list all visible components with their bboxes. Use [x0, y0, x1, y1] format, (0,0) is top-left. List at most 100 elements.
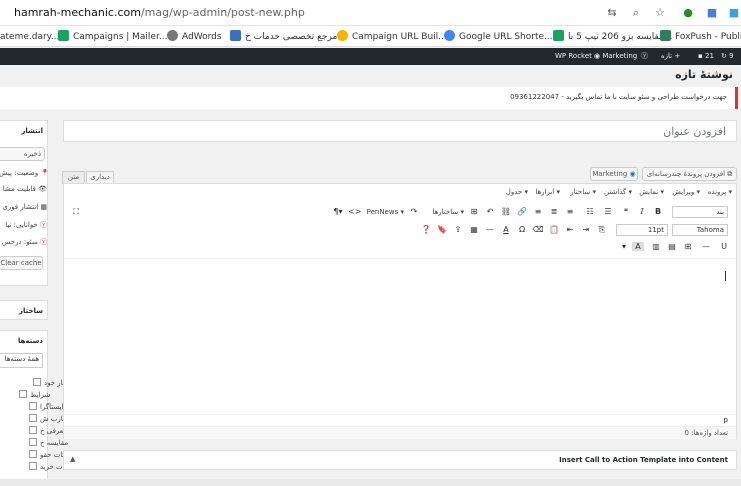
undo-icon[interactable]: ↶: [484, 207, 496, 216]
marketing-menu[interactable]: ◉ Marketing: [594, 51, 637, 62]
paragraph-select[interactable]: بند: [672, 206, 728, 218]
translate-icon[interactable]: ⇆: [604, 5, 620, 21]
extension-icon[interactable]: ■: [726, 5, 741, 21]
collapse-arrow-icon[interactable]: ▲: [70, 455, 75, 463]
italic-button[interactable]: I: [636, 207, 648, 216]
add-media-button[interactable]: افزودن پروندهٔ چندرسانه‌ای ⧉: [642, 167, 737, 181]
clear-cache-button[interactable]: Clear cache: [0, 256, 43, 270]
wp-rocket-menu[interactable]: WP Rocket: [555, 51, 592, 62]
menu-view[interactable]: نمایش ▾: [639, 188, 664, 196]
paragraph-mark-icon[interactable]: ¶▾: [332, 207, 344, 216]
bookmark-item[interactable]: مرجع تخصصی خدمات خ...: [230, 30, 346, 44]
yoast-icon[interactable]: ⓨ: [641, 51, 648, 62]
checkbox[interactable]: [29, 402, 37, 410]
font-size-select[interactable]: 11pt: [616, 224, 668, 236]
indent-icon[interactable]: ⇥: [580, 225, 592, 234]
numbered-list-icon[interactable]: ☷: [584, 207, 596, 216]
table-icon[interactable]: ▦: [468, 225, 480, 234]
menu-table[interactable]: جدول ▾: [506, 188, 528, 196]
editor-path-bar: p: [64, 414, 736, 425]
menu-tools[interactable]: ابزارها ▾: [535, 188, 560, 196]
post-title-input[interactable]: افزودن عنوان: [63, 120, 737, 142]
unlink-icon[interactable]: ⛓: [500, 207, 512, 216]
omega-icon[interactable]: Ω: [516, 225, 528, 234]
horizontal-scrollbar[interactable]: [0, 479, 741, 486]
table-icon[interactable]: ⊞: [682, 242, 694, 251]
readability-row: خوانایی: نیا ⓨ: [5, 221, 47, 229]
table-row-icon[interactable]: ▤: [666, 242, 678, 251]
comments-menu[interactable]: ▪ 21: [698, 51, 714, 62]
redo-icon[interactable]: ↷: [408, 207, 420, 216]
code-icon[interactable]: <>: [348, 207, 361, 216]
bookmark-item[interactable]: ateme.dary...: [0, 30, 59, 44]
align-left-icon[interactable]: ≡: [564, 207, 576, 216]
background-color-icon[interactable]: A: [632, 242, 644, 251]
bookmark-item[interactable]: FoxPush - Publish: [660, 30, 741, 44]
horizontal-line-icon[interactable]: —: [484, 225, 496, 234]
updates-menu[interactable]: ↻ 9: [721, 51, 734, 62]
marketing-button[interactable]: Marketing ◉: [590, 167, 638, 181]
checkbox[interactable]: [19, 390, 27, 398]
new-content-menu[interactable]: تازه +: [661, 51, 680, 62]
checkbox[interactable]: [29, 462, 37, 470]
bookmark-item[interactable]: AdWords: [167, 30, 222, 44]
outdent-icon[interactable]: ⇤: [564, 225, 576, 234]
align-center-icon[interactable]: ≣: [548, 207, 560, 216]
link-icon[interactable]: 🔗: [516, 207, 528, 216]
text-cursor: [725, 271, 726, 281]
category-item[interactable]: ایستاگرا: [29, 402, 64, 411]
star-icon[interactable]: ☆: [652, 5, 668, 21]
visibility-row: قابلیت مشا 👁: [2, 185, 47, 193]
editor-content-area[interactable]: [64, 258, 736, 414]
menu-insert[interactable]: گذاشتن ▾: [604, 188, 632, 196]
checkbox[interactable]: [29, 450, 37, 458]
chevron-down-icon[interactable]: ▾: [618, 242, 630, 251]
bookmark-icon[interactable]: 🔖: [436, 225, 448, 234]
category-filter-select[interactable]: همهٔ دسته‌ها: [0, 353, 43, 368]
eraser-icon[interactable]: ⌫: [532, 225, 544, 234]
blockquote-icon[interactable]: ❝: [620, 207, 632, 216]
align-right-icon[interactable]: ≡: [532, 207, 544, 216]
category-item[interactable]: معرفی خ: [29, 426, 67, 435]
upload-icon[interactable]: ⇪: [452, 225, 464, 234]
bookmark-item[interactable]: Campaigns | Mailer...: [58, 30, 167, 44]
format-box: ساختار: [0, 300, 48, 320]
categories-box-title: دسته‌ها: [17, 337, 43, 345]
zoom-icon[interactable]: ⌕: [628, 5, 644, 21]
bookmark-item[interactable]: Campaign URL Buil...: [337, 30, 447, 44]
menu-format[interactable]: ساختار ▾: [570, 188, 596, 196]
table-icon[interactable]: ⊞: [468, 207, 480, 216]
help-icon[interactable]: ❓: [420, 225, 432, 234]
category-item[interactable]: شرایط: [19, 390, 50, 399]
updates-icon: ↻: [721, 52, 730, 60]
formats-menu[interactable]: ساختارها ▾: [432, 208, 464, 216]
strikethrough-icon[interactable]: —: [700, 242, 712, 251]
font-family-select[interactable]: Tahoma: [672, 224, 728, 236]
menu-edit[interactable]: ویرایش ▾: [672, 188, 700, 196]
category-item[interactable]: مقایسه خ: [29, 438, 68, 447]
bookmark-icon: [660, 30, 671, 41]
format-box-title: ساختار: [18, 307, 43, 315]
publish-time-row: انتشار فوری ▦: [2, 203, 47, 211]
checkbox[interactable]: [29, 426, 37, 434]
pennews-menu[interactable]: PenNews ▾: [367, 208, 404, 216]
bold-button[interactable]: B: [652, 207, 664, 216]
paste-icon[interactable]: ⎘: [596, 225, 608, 235]
clipboard-icon[interactable]: 📋: [548, 225, 560, 234]
bullet-list-icon[interactable]: ☰: [602, 207, 614, 216]
marketing-icon: ◉: [629, 170, 636, 178]
url-input[interactable]: hamrah-mechanic.com/mag/wp-admin/post-ne…: [14, 6, 305, 19]
extension-icon[interactable]: ●: [680, 5, 696, 21]
fullscreen-icon[interactable]: ⛶: [70, 207, 82, 217]
checkbox[interactable]: [29, 438, 37, 446]
table-column-icon[interactable]: ▥: [650, 242, 662, 251]
underline-icon[interactable]: U: [718, 242, 730, 251]
save-draft-button[interactable]: ذخیره پیش‌نویس: [0, 147, 45, 161]
text-color-icon[interactable]: A: [500, 225, 512, 234]
bookmark-item[interactable]: مقایسه بزو 206 تیپ 5 با...: [553, 30, 672, 44]
menu-file[interactable]: پرونده ▾: [708, 188, 732, 196]
checkbox[interactable]: [33, 378, 41, 386]
checkbox[interactable]: [29, 414, 37, 422]
extension-icon[interactable]: ■: [704, 5, 720, 21]
bookmark-item[interactable]: Google URL Shorte...: [444, 30, 553, 44]
